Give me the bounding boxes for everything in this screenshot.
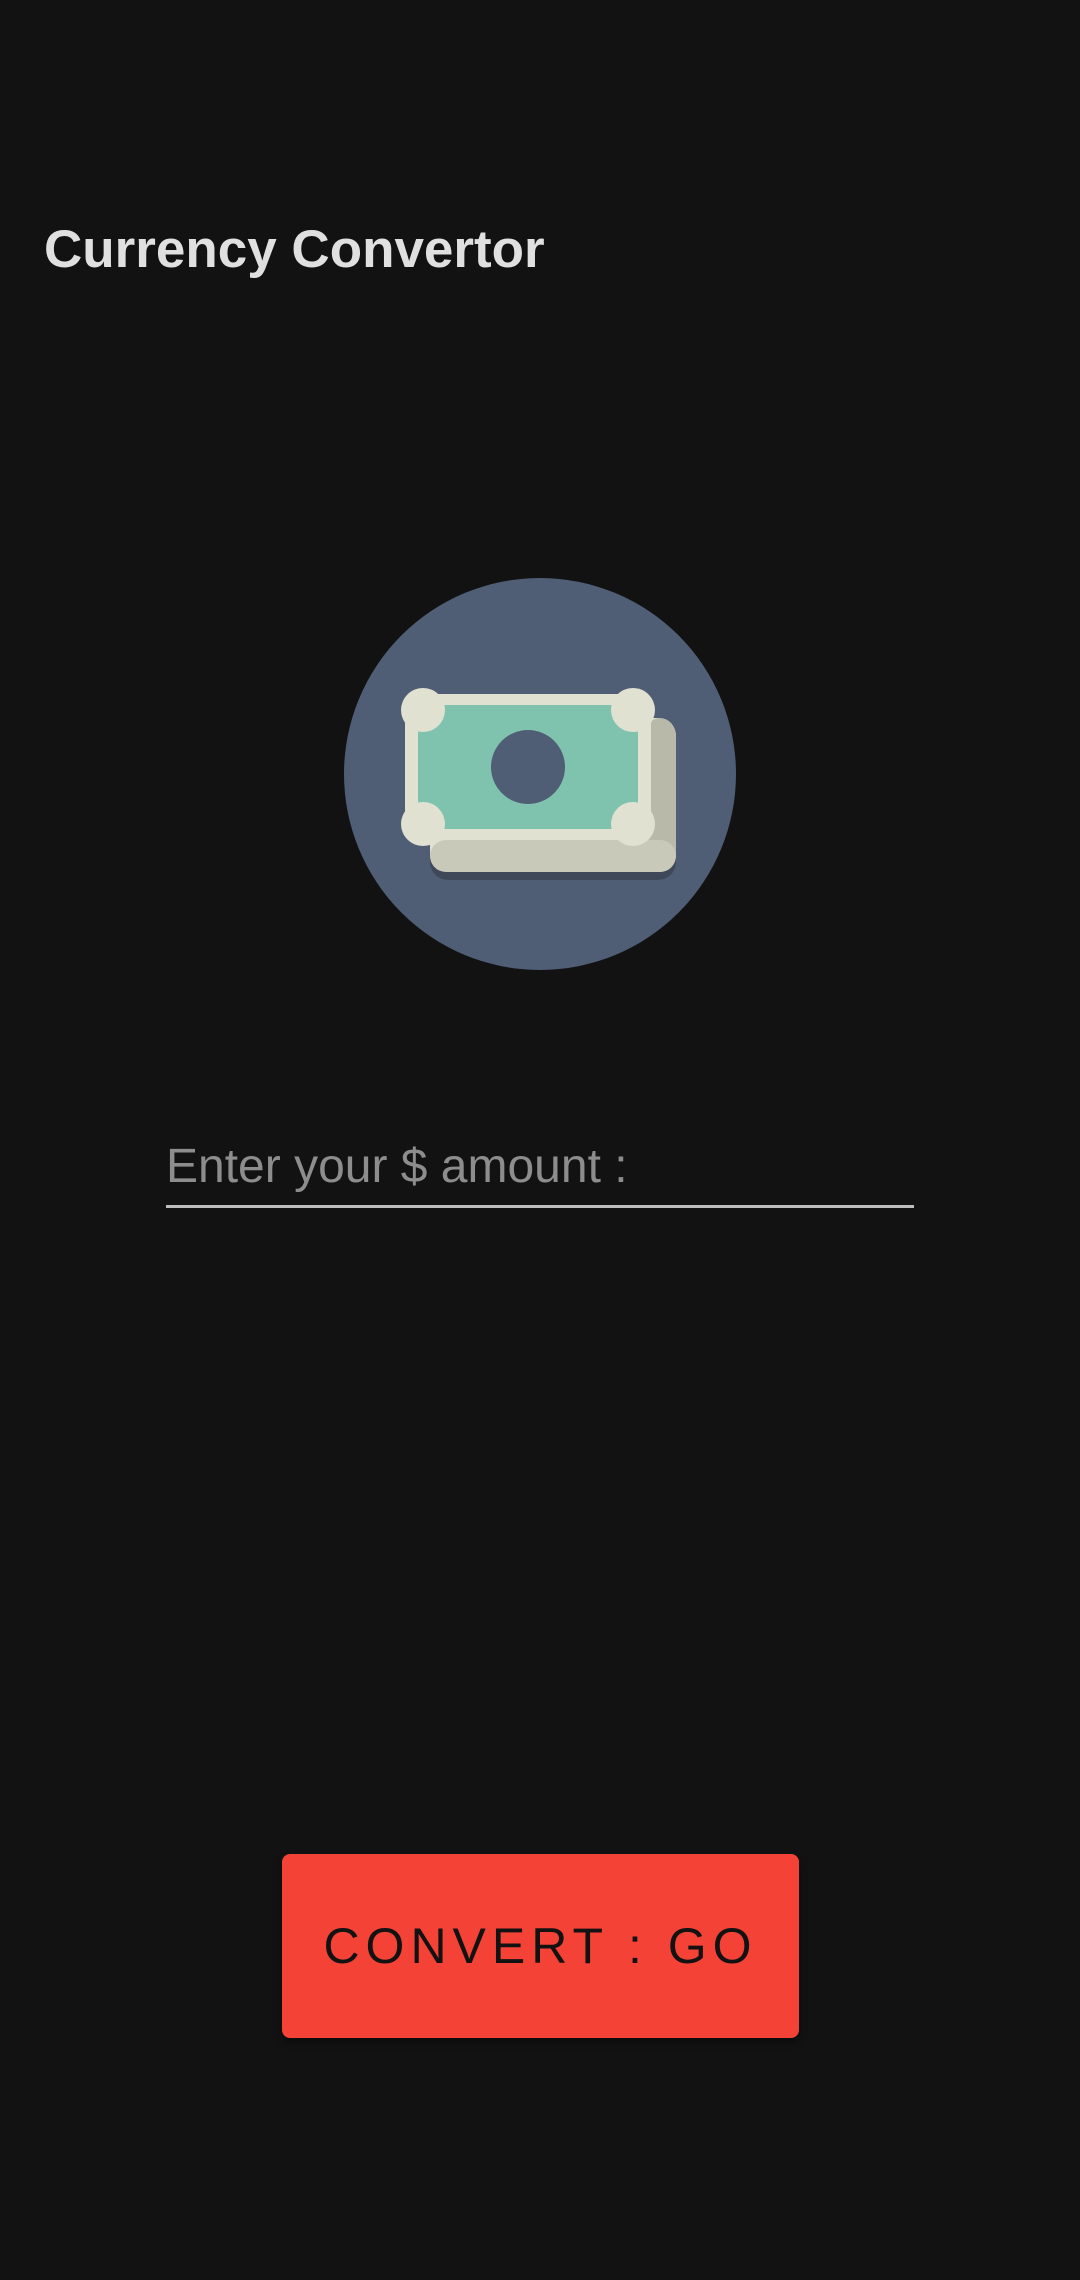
amount-input[interactable]: [166, 1128, 914, 1208]
money-bills-icon: [401, 688, 676, 880]
convert-button[interactable]: CONVERT : GO: [282, 1854, 799, 2038]
logo: [344, 578, 736, 970]
app-bar: Currency Convertor: [0, 150, 1080, 350]
app-title: Currency Convertor: [44, 220, 545, 279]
